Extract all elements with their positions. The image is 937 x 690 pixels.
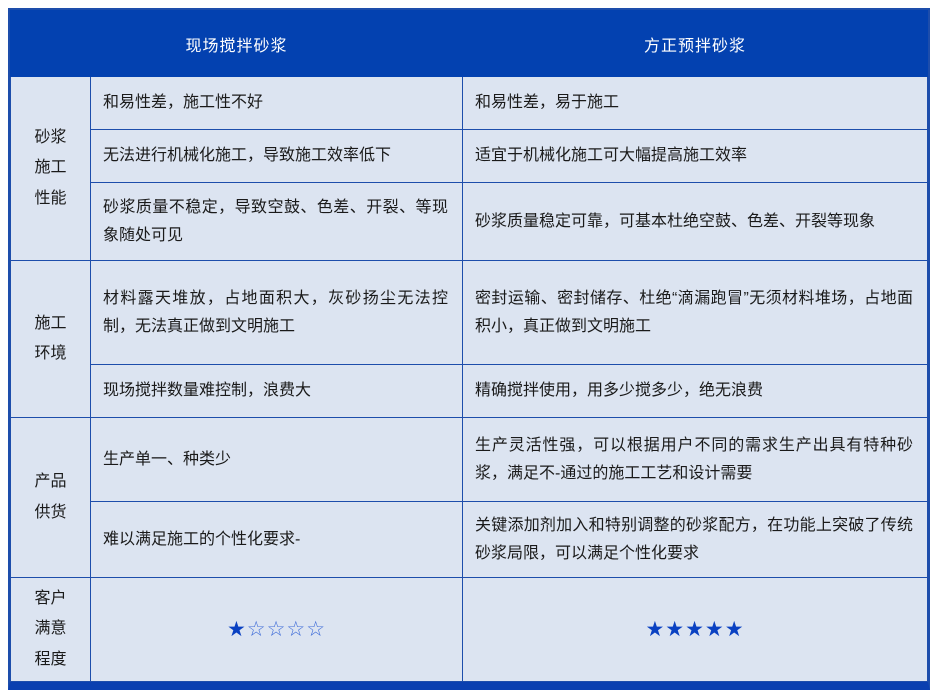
table-row: 难以满足施工的个性化要求- 关键添加剂加入和特别调整的砂浆配方，在功能上突破了传… bbox=[11, 502, 928, 578]
table-row: 施工 环境 材料露天堆放，占地面积大，灰砂扬尘无法控制，无法真正做到文明施工 密… bbox=[11, 261, 928, 365]
cell-fz-waste: 精确搅拌使用，用多少搅多少，绝无浪费 bbox=[463, 365, 928, 418]
header-site-mixed-mortar: 现场搅拌砂浆 bbox=[11, 11, 463, 77]
table-row: 客户 满意 程度 ★☆☆☆☆ ★★★★★ bbox=[11, 578, 928, 682]
mortar-comparison-table: 现场搅拌砂浆 方正预拌砂浆 砂浆 施工 性能 和易性差，施工性不好 和易性差，易… bbox=[10, 10, 928, 682]
rating-site: ★☆☆☆☆ bbox=[91, 578, 463, 682]
table-row: 产品 供货 生产单一、种类少 生产灵活性强，可以根据用户不同的需求生产出具有特种… bbox=[11, 418, 928, 502]
table-row: 砂浆质量不稳定，导致空鼓、色差、开裂、等现象随处可见 砂浆质量稳定可靠，可基本杜… bbox=[11, 183, 928, 261]
star-filled-icon: ★★★★★ bbox=[645, 618, 744, 641]
rating-fangzheng: ★★★★★ bbox=[463, 578, 928, 682]
cell-fz-variety: 生产灵活性强，可以根据用户不同的需求生产出具有特种砂浆，满足不-通过的施工工艺和… bbox=[463, 418, 928, 502]
table-row: 无法进行机械化施工，导致施工效率低下 适宜于机械化施工可大幅提高施工效率 bbox=[11, 130, 928, 183]
section-label-construction-environment: 施工 环境 bbox=[11, 261, 91, 418]
cell-site-variety: 生产单一、种类少 bbox=[91, 418, 463, 502]
table-header-row: 现场搅拌砂浆 方正预拌砂浆 bbox=[11, 11, 928, 77]
cell-fz-material-storage: 密封运输、密封储存、杜绝“滴漏跑冒”无须材料堆场，占地面积小，真正做到文明施工 bbox=[463, 261, 928, 365]
cell-fz-mechanization: 适宜于机械化施工可大幅提高施工效率 bbox=[463, 130, 928, 183]
header-fangzheng-premixed-mortar: 方正预拌砂浆 bbox=[463, 11, 928, 77]
cell-site-customization: 难以满足施工的个性化要求- bbox=[91, 502, 463, 578]
comparison-table: 现场搅拌砂浆 方正预拌砂浆 砂浆 施工 性能 和易性差，施工性不好 和易性差，易… bbox=[8, 8, 930, 690]
star-filled-icon: ★ bbox=[227, 618, 247, 641]
star-empty-icon: ☆☆☆☆ bbox=[247, 618, 326, 641]
section-label-customer-satisfaction: 客户 满意 程度 bbox=[11, 578, 91, 682]
cell-site-workability: 和易性差，施工性不好 bbox=[91, 77, 463, 130]
cell-fz-customization: 关键添加剂加入和特别调整的砂浆配方，在功能上突破了传统砂浆局限，可以满足个性化要… bbox=[463, 502, 928, 578]
cell-site-quality: 砂浆质量不稳定，导致空鼓、色差、开裂、等现象随处可见 bbox=[91, 183, 463, 261]
cell-site-mechanization: 无法进行机械化施工，导致施工效率低下 bbox=[91, 130, 463, 183]
section-label-product-supply: 产品 供货 bbox=[11, 418, 91, 578]
section-label-mortar-performance: 砂浆 施工 性能 bbox=[11, 77, 91, 261]
cell-site-waste: 现场搅拌数量难控制，浪费大 bbox=[91, 365, 463, 418]
cell-fz-quality: 砂浆质量稳定可靠，可基本杜绝空鼓、色差、开裂等现象 bbox=[463, 183, 928, 261]
table-row: 砂浆 施工 性能 和易性差，施工性不好 和易性差，易于施工 bbox=[11, 77, 928, 130]
cell-fz-workability: 和易性差，易于施工 bbox=[463, 77, 928, 130]
cell-site-material-storage: 材料露天堆放，占地面积大，灰砂扬尘无法控制，无法真正做到文明施工 bbox=[91, 261, 463, 365]
table-row: 现场搅拌数量难控制，浪费大 精确搅拌使用，用多少搅多少，绝无浪费 bbox=[11, 365, 928, 418]
